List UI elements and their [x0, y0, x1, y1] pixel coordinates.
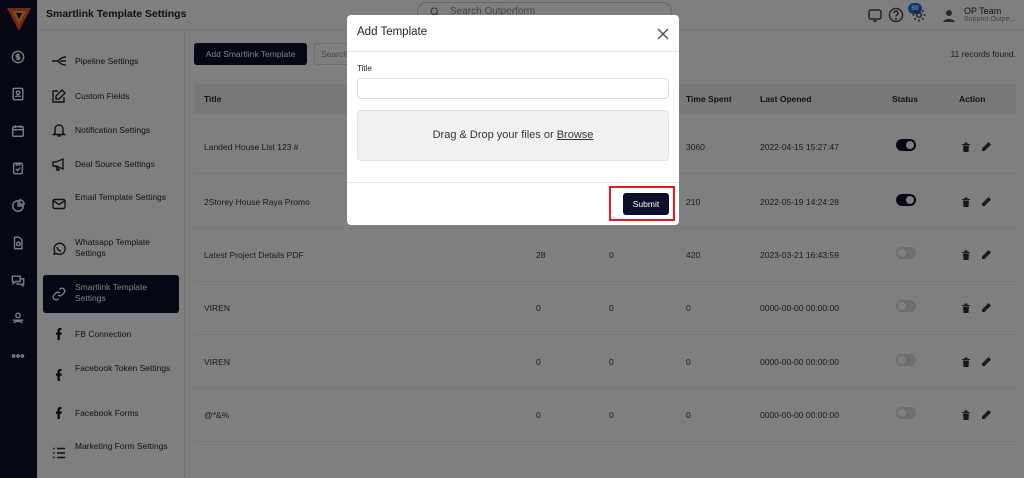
- divider: [347, 182, 679, 183]
- close-icon[interactable]: [657, 27, 669, 40]
- title-input[interactable]: [357, 78, 669, 99]
- dropzone-text: Drag & Drop your files or: [432, 129, 554, 141]
- divider: [347, 51, 679, 52]
- modal-title: Add Template: [357, 26, 428, 38]
- browse-link[interactable]: Browse: [557, 129, 594, 141]
- submit-highlight-box: [609, 186, 675, 221]
- title-field-label: Title: [357, 64, 372, 73]
- file-dropzone[interactable]: Drag & Drop your files or Browse: [357, 110, 669, 161]
